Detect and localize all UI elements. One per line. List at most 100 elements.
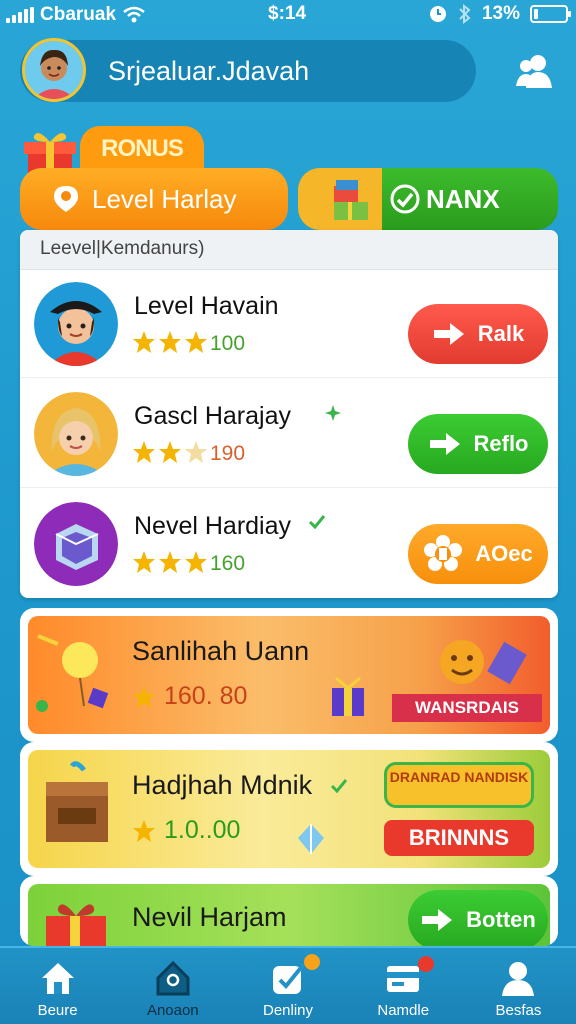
player-name: Srjealuar.Jdavah (108, 56, 310, 86)
crystal-icon (298, 824, 324, 854)
tab-level-label: Level Harlay (92, 184, 237, 214)
wifi-icon (123, 6, 145, 23)
level-score: 190 (210, 442, 246, 465)
level-title: Nevel Hardiay (134, 512, 292, 540)
bottom-nav: Beure Anoaon Denliny Namdle Besfas (0, 946, 576, 1024)
level-score: 160 (210, 552, 246, 575)
task-check-icon (273, 962, 306, 994)
check-icon (330, 779, 348, 794)
event-card[interactable]: Nevil Harjam Botten (20, 876, 558, 946)
nav-home[interactable]: Beure (0, 948, 115, 1024)
event-card[interactable]: Hadjhah Mdnik 1.0..00 DRANRAD NANDISK BR… (20, 742, 558, 876)
play-button-label: AOec (475, 541, 533, 566)
star-filled-icon (159, 331, 181, 353)
event-button-label: Botten (466, 907, 536, 932)
star-filled-icon (133, 551, 155, 573)
check-icon (308, 515, 326, 530)
pirate-avatar (34, 282, 118, 366)
battery-icon (530, 5, 571, 23)
star-icon (133, 819, 155, 842)
nav-tasks[interactable]: Denliny (230, 948, 345, 1024)
level-row[interactable]: Level Havain 100 Ralk (20, 270, 558, 378)
star-filled-icon (133, 441, 155, 463)
list-header: Leevel|Kemdanurs) (20, 230, 558, 270)
house-outline-icon (156, 960, 190, 996)
nav-profile-label: Besfas (495, 1002, 542, 1019)
gift-box-icon (46, 904, 106, 946)
level-row[interactable]: Nevel Hardiay 160 AOec (20, 490, 558, 598)
level-score: 100 (210, 332, 246, 355)
home-icon (41, 963, 74, 994)
balloon-icon (36, 634, 109, 712)
notification-dot (417, 956, 434, 972)
nav-shop-label: Namdle (377, 1002, 430, 1019)
arrow-right-icon (429, 433, 460, 455)
event-score-value: 160. 80 (164, 682, 248, 710)
star-filled-icon (185, 551, 207, 573)
star-rating (132, 440, 208, 464)
nav-map[interactable]: Anoaon (115, 948, 230, 1024)
location-pin-icon (54, 186, 78, 212)
event-score: 1.0..00 (132, 816, 240, 845)
event-score: 160. 80 (132, 682, 247, 711)
bonus-badge[interactable]: RONUS (80, 126, 204, 172)
star-empty-icon (185, 441, 207, 463)
star-rating (132, 550, 208, 574)
event-title: Sanlihah Uann (132, 636, 310, 666)
play-button-label: Ralk (477, 321, 525, 346)
arrow-right-icon (433, 323, 464, 345)
friends-icon[interactable] (512, 50, 556, 94)
event-play-button[interactable]: Botten (408, 890, 548, 946)
star-filled-icon (133, 331, 155, 353)
event-badge: DRANRAD NANDISK (384, 762, 534, 808)
treasure-box-avatar (34, 502, 118, 586)
nav-map-label: Anoaon (146, 1002, 199, 1019)
battery-fill (534, 9, 538, 19)
status-bar: Cbaruak $:14 13% (0, 0, 576, 30)
level-title: Gascl Harajay (134, 402, 291, 430)
play-button[interactable]: Ralk (408, 304, 548, 364)
nav-shop[interactable]: Namdle (346, 948, 461, 1024)
signal-icon (6, 7, 34, 23)
player-avatar[interactable] (22, 38, 86, 102)
star-icon (133, 685, 155, 708)
alarm-icon (429, 6, 446, 22)
trophy-character-icon (440, 640, 527, 685)
carrier-label: Cbaruak (40, 4, 117, 25)
level-title: Level Havain (134, 292, 279, 320)
star-filled-icon (159, 441, 181, 463)
sparkle-icon (325, 405, 341, 421)
event-title: Hadjhah Mdnik (132, 770, 313, 800)
tab-nanx[interactable]: NANX (298, 168, 558, 230)
tab-nanx-label: NANX (426, 184, 500, 214)
treasure-chest-icon (46, 761, 108, 842)
person-icon (502, 962, 535, 996)
gift-boxes-icon (298, 168, 382, 230)
tab-level[interactable]: Level Harlay (20, 168, 288, 230)
level-row[interactable]: Gascl Harajay 190 Reflo (20, 380, 558, 488)
event-banner[interactable]: BRINNNS (384, 820, 534, 856)
play-button[interactable]: Reflo (408, 414, 548, 474)
battery-percent: 13% (481, 3, 520, 24)
notification-dot (304, 954, 321, 970)
play-button-label: Reflo (473, 431, 529, 456)
star-filled-icon (159, 551, 181, 573)
event-title: Nevil Harjam (132, 902, 287, 932)
level-list: Leevel|Kemdanurs) Level Havain 100 Ralk (20, 230, 558, 598)
bluetooth-icon (459, 4, 471, 24)
event-score-value: 1.0..00 (164, 816, 241, 844)
star-rating (132, 330, 208, 354)
girl-avatar (34, 392, 118, 476)
nav-tasks-label: Denliny (262, 1002, 314, 1019)
arrow-right-icon (422, 909, 453, 931)
gift-box-icon (332, 676, 364, 716)
event-banner: WANSRDAIS (392, 694, 542, 722)
flower-badge-icon (424, 535, 463, 571)
nav-profile[interactable]: Besfas (461, 948, 576, 1024)
event-card[interactable]: Sanlihah Uann 160. 80 WANSRDAIS (20, 608, 558, 742)
nav-home-label: Beure (37, 1002, 78, 1019)
star-filled-icon (185, 331, 207, 353)
clock: $:14 (268, 3, 307, 24)
play-button[interactable]: AOec (408, 524, 548, 584)
check-circle-icon (390, 184, 420, 214)
